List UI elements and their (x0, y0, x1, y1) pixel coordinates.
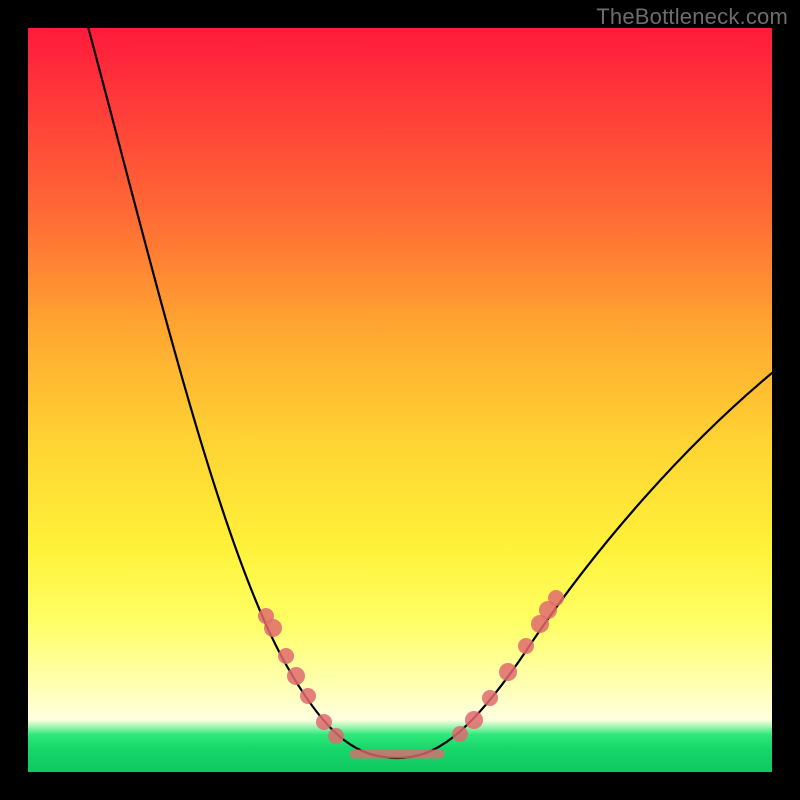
bottleneck-curve (83, 28, 772, 758)
chart-frame: TheBottleneck.com (0, 0, 800, 800)
marker-dot (482, 690, 498, 706)
right-marker-cluster (452, 590, 564, 742)
marker-dot (328, 728, 344, 744)
marker-dot (300, 688, 316, 704)
plot-area (28, 28, 772, 772)
marker-dot (264, 619, 282, 637)
marker-dot (518, 638, 534, 654)
marker-dot (465, 711, 483, 729)
marker-dot (499, 663, 517, 681)
curve-layer (28, 28, 772, 772)
marker-dot (452, 726, 468, 742)
marker-dot (287, 667, 305, 685)
marker-dot (548, 590, 564, 606)
left-marker-cluster (258, 608, 344, 744)
watermark-text: TheBottleneck.com (596, 4, 788, 30)
marker-dot (316, 714, 332, 730)
marker-dot (278, 648, 294, 664)
